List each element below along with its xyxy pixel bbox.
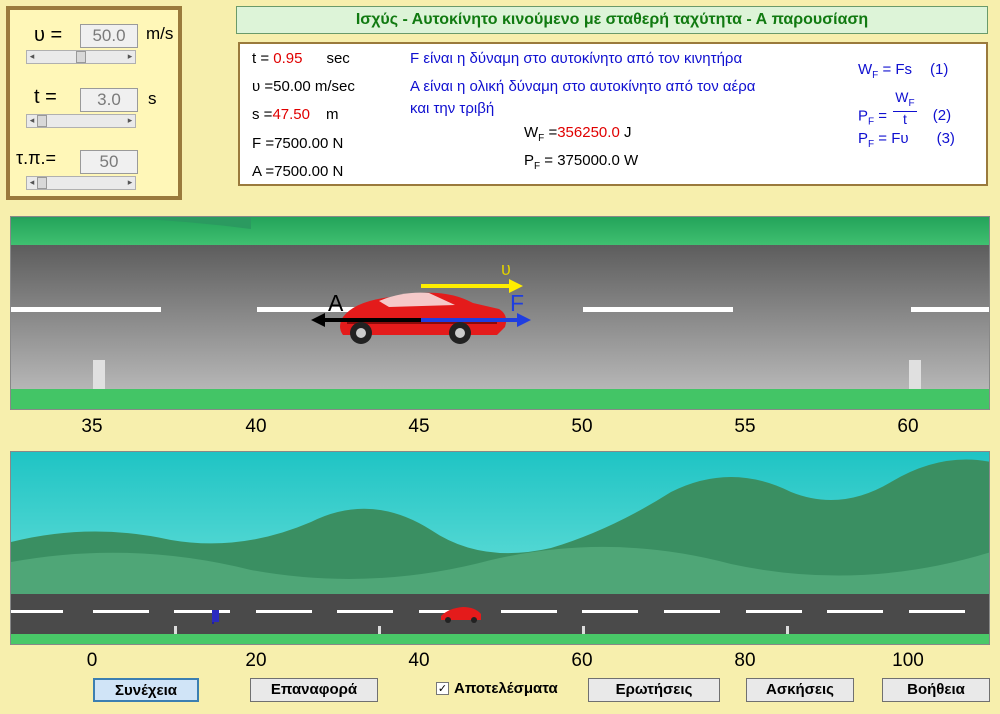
close-road-view: υ F A	[10, 216, 990, 410]
time-unit: s	[148, 89, 157, 108]
results-checkbox-label[interactable]: Αποτελέσματα	[454, 680, 558, 697]
exercises-button[interactable]: Ασκήσεις	[746, 678, 854, 702]
time-readout: t = 0.95 sec	[252, 50, 350, 67]
near-grass	[11, 389, 989, 409]
axis-tick-label: 0	[86, 650, 98, 671]
slider-left-arrow-icon[interactable]: ◂	[27, 51, 37, 63]
position-marker-flag	[212, 610, 219, 624]
axis-tick-label: 50	[571, 416, 593, 437]
overview-road-scene	[11, 452, 989, 644]
axis-tick-label: 35	[81, 416, 103, 437]
velocity-value-field[interactable]: 50.0	[80, 24, 138, 48]
slider-right-arrow-icon[interactable]: ▸	[125, 51, 135, 63]
force-F-arrow-label: F	[510, 290, 524, 316]
page-title: Ισχύς - Αυτοκίνητο κινούμενο με σταθερή …	[236, 6, 988, 34]
velocity-unit: m/s	[146, 24, 174, 43]
velocity-arrow-label: υ	[501, 259, 511, 279]
work-readout: WF =356250.0 J	[524, 124, 632, 144]
questions-button[interactable]: Ερωτήσεις	[588, 678, 720, 702]
axis-tick-label: 55	[734, 416, 756, 437]
slider-right-arrow-icon[interactable]: ▸	[125, 115, 135, 127]
reset-button[interactable]: Επαναφορά	[250, 678, 378, 702]
tp-label: τ.π.=	[16, 148, 57, 168]
tp-value-field[interactable]: 50	[80, 150, 138, 174]
force-A-readout: A =7500.00 N	[252, 163, 344, 180]
road-surface	[11, 594, 989, 634]
force-A-arrow-label: A	[328, 290, 344, 316]
axis-tick-label: 100	[892, 650, 924, 671]
axis-tick-label: 60	[571, 650, 593, 671]
parameter-panel: υ = 50.0 m/s ◂ ▸ t = 3.0 s ◂ ▸ τ.π.= 50 …	[6, 6, 182, 200]
time-label: t =	[34, 86, 57, 108]
tp-slider[interactable]: ◂ ▸	[26, 176, 136, 190]
axis-tick-label: 40	[408, 650, 430, 671]
time-slider-thumb[interactable]	[37, 115, 47, 127]
formula-work: WF = Fs (1)	[858, 61, 949, 81]
distance-readout: s =47.50 m	[252, 106, 339, 123]
grass-strip	[11, 634, 989, 644]
close-road-scene: υ F A	[11, 217, 989, 409]
velocity-readout: υ =50.00 m/sec	[252, 78, 355, 95]
slider-left-arrow-icon[interactable]: ◂	[27, 115, 37, 127]
continue-button[interactable]: Συνέχεια	[93, 678, 199, 702]
time-slider[interactable]: ◂ ▸	[26, 114, 136, 128]
force-F-description: F είναι η δύναμη στο αυτοκίνητο από τον …	[410, 50, 743, 67]
velocity-slider-thumb[interactable]	[76, 51, 86, 63]
help-button[interactable]: Βοήθεια	[882, 678, 990, 702]
velocity-label: υ =	[34, 24, 63, 46]
time-value-field[interactable]: 3.0	[80, 88, 138, 112]
tp-slider-thumb[interactable]	[37, 177, 47, 189]
slider-left-arrow-icon[interactable]: ◂	[27, 177, 37, 189]
force-A-description-line2: και την τριβή	[410, 100, 495, 117]
axis-tick-label: 45	[408, 416, 430, 437]
force-A-description-line1: Α είναι η ολική δύναμη στο αυτοκίνητο απ…	[410, 78, 756, 95]
overview-road-view	[10, 451, 990, 645]
axis-tick-label: 40	[245, 416, 267, 437]
far-grass	[11, 217, 989, 245]
axis-tick-label: 20	[245, 650, 267, 671]
road-post	[909, 360, 921, 392]
formula-power-velocity: PF = Fυ (3)	[858, 130, 955, 150]
results-panel: t = 0.95 sec υ =50.00 m/sec s =47.50 m F =…	[238, 42, 988, 186]
power-readout: PF = 375000.0 W	[524, 152, 639, 172]
axis-tick-label: 80	[734, 650, 756, 671]
road-post	[93, 360, 105, 392]
velocity-slider[interactable]: ◂ ▸	[26, 50, 136, 64]
force-F-readout: F =7500.00 N	[252, 135, 344, 152]
results-checkbox[interactable]: ✓	[436, 682, 449, 695]
slider-right-arrow-icon[interactable]: ▸	[125, 177, 135, 189]
axis-tick-label: 60	[897, 416, 919, 437]
